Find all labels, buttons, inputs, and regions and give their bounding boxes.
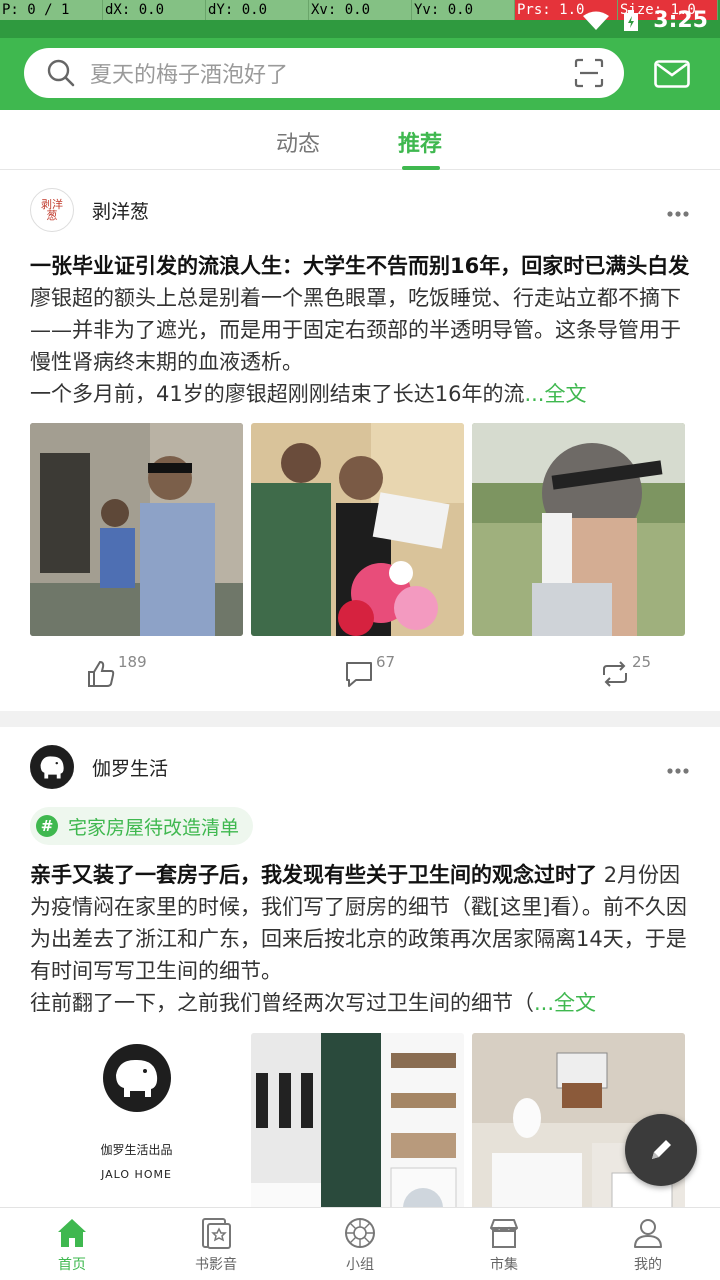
post-excerpt-continued: 往前翻了一下，之前我们曾经两次写过卫生间的细节（ [30, 991, 534, 1015]
post-images [30, 423, 685, 636]
book-movie-icon [202, 1218, 231, 1249]
nav-profile[interactable]: 我的 [576, 1208, 720, 1280]
clock: 3:25 [653, 8, 708, 33]
repost-icon [603, 661, 627, 687]
elephant-logo-icon [31, 746, 73, 788]
group-icon [345, 1218, 375, 1248]
post-content[interactable]: 一张毕业证引发的流浪人生：大学生不告而别16年，回家时已满头白发 廖银超的额头上… [30, 250, 696, 410]
read-more-link[interactable]: ...全文 [534, 991, 596, 1015]
post-actions: 189 67 25 [0, 645, 720, 695]
post-image[interactable] [251, 1033, 464, 1207]
post-image[interactable]: 伽罗生活出品 JALO HOME [30, 1033, 243, 1207]
topic-tag[interactable]: # 宅家房屋待改造清单 [30, 807, 254, 845]
comment-icon [346, 662, 372, 687]
pencil-icon [652, 1140, 671, 1159]
post-author[interactable]: 伽罗生活 [30, 745, 168, 789]
image-subcaption: JALO HOME [101, 1168, 172, 1181]
debug-yv: Yv: 0.0 [412, 0, 515, 20]
avatar[interactable] [30, 745, 74, 789]
post-title[interactable]: 一张毕业证引发的流浪人生：大学生不告而别16年，回家时已满头白发 [30, 254, 689, 278]
scan-icon[interactable] [574, 58, 604, 88]
nav-groups[interactable]: 小组 [288, 1208, 432, 1280]
nav-label: 书影音 [195, 1257, 237, 1273]
search-placeholder[interactable]: 夏天的梅子酒泡好了 [90, 57, 574, 89]
avatar[interactable]: 剥洋葱 [30, 188, 74, 232]
debug-xv: Xv: 0.0 [309, 0, 412, 20]
nav-label: 市集 [490, 1257, 518, 1273]
wifi-icon [583, 11, 610, 30]
debug-pointer-count: P: 0 / 1 [0, 0, 103, 20]
feed-post[interactable]: 剥洋葱 剥洋葱 一张毕业证引发的流浪人生：大学生不告而别16年，回家时已满头白发… [0, 170, 720, 711]
nav-label: 小组 [346, 1257, 374, 1273]
author-name[interactable]: 剥洋葱 [92, 197, 149, 224]
post-image[interactable] [251, 423, 464, 636]
more-options-icon[interactable] [666, 767, 690, 775]
home-icon [58, 1219, 86, 1247]
like-button[interactable]: 189 [86, 653, 147, 689]
repost-button[interactable]: 25 [600, 653, 651, 689]
post-image[interactable] [472, 423, 685, 636]
nav-label: 我的 [634, 1257, 662, 1273]
debug-dy: dY: 0.0 [206, 0, 309, 20]
debug-dx: dX: 0.0 [103, 0, 206, 20]
post-excerpt-continued: 一个多月前，41岁的廖银超刚刚结束了长达16年的流 [30, 382, 525, 406]
repost-count: 25 [632, 653, 652, 671]
profile-icon [634, 1219, 662, 1248]
post-content[interactable]: 亲手又装了一套房子后，我发现有些关于卫生间的观念过时了 2月份因为疫情闷在家里的… [30, 859, 696, 1019]
post-author[interactable]: 剥洋葱 剥洋葱 [30, 188, 149, 232]
post-image[interactable] [30, 423, 243, 636]
like-count: 189 [118, 653, 147, 671]
post-divider [0, 711, 720, 727]
elephant-logo-icon [102, 1044, 171, 1112]
post-images: 伽罗生活出品 JALO HOME [30, 1033, 685, 1207]
top-header: 夏天的梅子酒泡好了 [0, 38, 720, 110]
tab-recommended[interactable]: 推荐 [398, 126, 442, 158]
author-name[interactable]: 伽罗生活 [92, 754, 168, 781]
post-excerpt: 廖银超的额头上总是别着一个黑色眼罩，吃饭睡觉、行走站立都不摘下——并非为了遮光，… [30, 286, 681, 374]
post-title[interactable]: 亲手又装了一套房子后，我发现有些关于卫生间的观念过时了 [30, 863, 597, 887]
compose-button[interactable] [625, 1114, 697, 1186]
nav-home[interactable]: 首页 [0, 1208, 144, 1280]
bottom-navigation: 首页 书影音 小组 市集 我的 [0, 1207, 720, 1280]
nav-market[interactable]: 市集 [432, 1208, 576, 1280]
market-icon [490, 1219, 518, 1248]
comment-count: 67 [376, 653, 396, 671]
app-screen: 3:25 P: 0 / 1 dX: 0.0 dY: 0.0 Xv: 0.0 Yv… [0, 0, 720, 1280]
image-caption: 伽罗生活出品 [100, 1143, 173, 1157]
more-options-icon[interactable] [666, 210, 690, 218]
nav-label: 首页 [58, 1257, 86, 1273]
like-icon [88, 660, 115, 687]
status-icons: 3:25 [583, 8, 708, 33]
battery-icon [624, 9, 639, 31]
mail-icon[interactable] [654, 60, 690, 88]
avatar-logo: 剥洋葱 [41, 198, 63, 222]
feed-tabs: 动态 推荐 [0, 110, 720, 170]
read-more-link[interactable]: ...全文 [524, 382, 586, 406]
tab-following[interactable]: 动态 [276, 126, 320, 158]
comment-button[interactable]: 67 [344, 653, 395, 689]
hashtag-icon: # [36, 815, 58, 837]
topic-label[interactable]: 宅家房屋待改造清单 [68, 813, 239, 840]
feed-post[interactable]: 伽罗生活 # 宅家房屋待改造清单 亲手又装了一套房子后，我发现有些关于卫生间的观… [0, 727, 720, 1207]
search-icon [47, 59, 75, 87]
nav-books-movies[interactable]: 书影音 [144, 1208, 288, 1280]
search-bar[interactable]: 夏天的梅子酒泡好了 [24, 48, 624, 98]
